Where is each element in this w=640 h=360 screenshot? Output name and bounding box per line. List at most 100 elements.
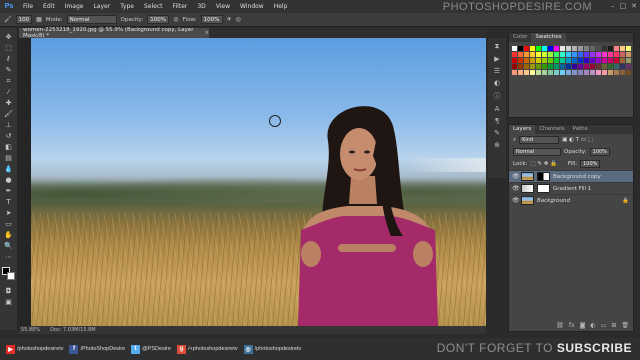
swatch-color[interactable] [572,64,577,69]
menu-3d[interactable]: 3D [192,3,210,10]
twitter-link[interactable]: t @PSDesire [131,344,171,354]
swatch-color[interactable] [530,58,535,63]
swatch-color[interactable] [608,46,613,51]
minimize-icon[interactable]: – [611,2,615,10]
group-icon[interactable]: ▭ [601,322,607,329]
swatch-color[interactable] [560,70,565,75]
swatch-color[interactable] [554,46,559,51]
swatch-color[interactable] [554,52,559,57]
brush-panel-icon[interactable]: ▦ [36,16,42,23]
fx-icon[interactable]: fx [569,322,575,329]
swatch-color[interactable] [554,70,559,75]
swatch-color[interactable] [512,52,517,57]
swatch-color[interactable] [614,70,619,75]
menu-filter[interactable]: Filter [168,3,193,10]
blur-tool-icon[interactable]: 💧 [3,164,15,174]
character-icon[interactable]: A [495,105,500,113]
swatch-color[interactable] [620,64,625,69]
swatch-color[interactable] [626,70,631,75]
swatch-color[interactable] [554,58,559,63]
swatch-color[interactable] [626,58,631,63]
type-tool-icon[interactable]: T [3,197,15,207]
kind-filter-select[interactable]: Kind [519,136,560,144]
tab-paths[interactable]: Paths [569,125,592,134]
layer-mask-thumbnail[interactable] [537,172,550,181]
adjustments-icon[interactable]: ◐ [494,79,500,87]
info-icon[interactable]: ⓘ [494,91,501,101]
swatch-color[interactable] [614,52,619,57]
dodge-tool-icon[interactable]: ● [3,175,15,185]
swatch-color[interactable] [590,52,595,57]
menu-file[interactable]: File [18,3,38,10]
swatch-color[interactable] [578,46,583,51]
swatch-color[interactable] [590,64,595,69]
swatch-color[interactable] [524,58,529,63]
visibility-eye-icon[interactable]: 👁 [512,197,520,204]
swatch-color[interactable] [584,46,589,51]
swatch-color[interactable] [590,46,595,51]
swatch-color[interactable] [536,46,541,51]
pen-tool-icon[interactable]: ✒ [3,186,15,196]
add-mask-icon[interactable]: ◙ [580,322,586,329]
visibility-eye-icon[interactable]: 👁 [512,185,520,192]
brush-size-field[interactable]: 100 [15,15,33,24]
swatch-color[interactable] [596,46,601,51]
layer-mask-thumbnail[interactable] [537,184,550,193]
menu-select[interactable]: Select [139,3,168,10]
filter-type-icons[interactable]: ▣ ◐ T ▭ ⬚ [562,137,593,143]
swatch-color[interactable] [572,52,577,57]
swatch-color[interactable] [542,46,547,51]
swatch-color[interactable] [530,52,535,57]
properties-icon[interactable]: ☰ [494,67,500,75]
quick-select-tool-icon[interactable]: ✎ [3,65,15,75]
swatch-color[interactable] [614,58,619,63]
layer-fill-field[interactable]: 100% [580,160,601,168]
swatch-color[interactable] [584,58,589,63]
swatch-color[interactable] [542,70,547,75]
menu-image[interactable]: Image [60,3,89,10]
swatch-color[interactable] [524,64,529,69]
swatch-color[interactable] [614,64,619,69]
menu-edit[interactable]: Edit [38,3,60,10]
swatch-color[interactable] [512,70,517,75]
swatch-color[interactable] [530,46,535,51]
swatch-color[interactable] [572,46,577,51]
swatch-color[interactable] [566,70,571,75]
swatch-color[interactable] [578,70,583,75]
swatch-color[interactable] [518,70,523,75]
swatch-color[interactable] [584,64,589,69]
document-tab[interactable]: women-2253218_1920.jpg @ 55.9% (Backgrou… [19,27,209,39]
eyedropper-tool-icon[interactable]: ⁄ [3,87,15,97]
swatch-color[interactable] [626,52,631,57]
menu-help[interactable]: Help [269,3,293,10]
facebook-link[interactable]: f /PhotoShopDesire [69,344,125,354]
hand-tool-icon[interactable]: ✋ [3,230,15,240]
swatch-color[interactable] [620,70,625,75]
swatch-color[interactable] [608,64,613,69]
swatch-color[interactable] [566,64,571,69]
swatch-color[interactable] [596,58,601,63]
swatch-color[interactable] [572,58,577,63]
swatch-color[interactable] [602,46,607,51]
tab-swatches[interactable]: Swatches [531,33,566,42]
swatch-color[interactable] [608,58,613,63]
more-tools-icon[interactable]: ⋯ [3,252,15,262]
swatch-color[interactable] [596,64,601,69]
opacity-field[interactable]: 100% [147,15,170,24]
swatch-color[interactable] [530,64,535,69]
layer-row[interactable]: 👁 Background copy [509,170,633,182]
swatch-color[interactable] [542,52,547,57]
healing-tool-icon[interactable]: ✚ [3,98,15,108]
swatch-color[interactable] [512,58,517,63]
flow-field[interactable]: 100% [200,15,223,24]
swatch-color[interactable] [614,46,619,51]
swatch-color[interactable] [566,46,571,51]
swatch-color[interactable] [518,64,523,69]
swatch-color[interactable] [620,46,625,51]
swatch-color[interactable] [548,58,553,63]
swatch-color[interactable] [584,70,589,75]
stamp-tool-icon[interactable]: ⊥ [3,120,15,130]
layer-row[interactable]: 👁 Background 🔒 [509,194,633,206]
shape-tool-icon[interactable]: ▭ [3,219,15,229]
swatch-color[interactable] [518,58,523,63]
